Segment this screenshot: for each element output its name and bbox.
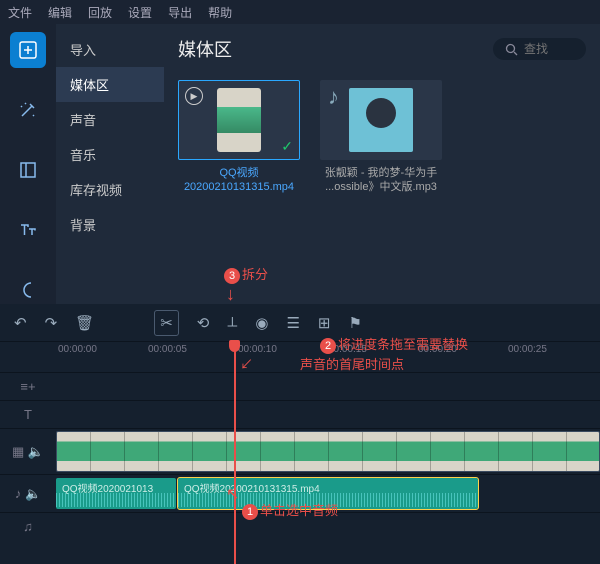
- panel-title: 媒体区: [178, 36, 232, 62]
- audio-track[interactable]: QQ视频2020021013 QQ视频20200210131315.mp4: [56, 475, 600, 512]
- menu-edit[interactable]: 编辑: [48, 4, 72, 21]
- video-clip[interactable]: [56, 431, 600, 472]
- ruler-mark: 00:00:15: [328, 344, 367, 355]
- media-item-video[interactable]: ▶ ✓ QQ视频20200210131315.mp4: [178, 80, 300, 195]
- sidebar-item-music[interactable]: 音乐: [56, 137, 164, 172]
- play-icon: ▶: [185, 87, 203, 105]
- search-icon: [505, 43, 518, 56]
- timeline-toolbar: ↶ ↷ 🗑 ✂ ⟲ ⟂ ◉ ☰ ⊞ ⚑: [0, 304, 600, 342]
- split-scissors-icon[interactable]: ✂: [154, 310, 179, 336]
- playhead[interactable]: [234, 346, 236, 564]
- menu-file[interactable]: 文件: [8, 4, 32, 21]
- flag-icon[interactable]: ⚑: [349, 314, 362, 332]
- sidebar-item-sound[interactable]: 声音: [56, 102, 164, 137]
- track-head-audio[interactable]: ♪ 🔈: [0, 486, 56, 502]
- check-icon: ✓: [281, 138, 293, 155]
- sidebar-item-import[interactable]: 导入: [56, 32, 164, 67]
- rail-text-icon[interactable]: [10, 212, 46, 248]
- media-thumb[interactable]: ♪: [320, 80, 442, 160]
- undo-icon[interactable]: ↶: [14, 314, 27, 332]
- rail-moon-icon[interactable]: [10, 272, 46, 308]
- timeline-ruler[interactable]: 00:00:00 00:00:05 00:00:10 00:00:15 00:0…: [0, 342, 600, 372]
- menu-export[interactable]: 导出: [168, 4, 192, 21]
- sidebar-item-stock[interactable]: 库存视频: [56, 172, 164, 207]
- wizard-icon[interactable]: ⊞: [318, 314, 331, 332]
- menubar: 文件 编辑 回放 设置 导出 帮助: [0, 0, 600, 24]
- video-track[interactable]: [56, 429, 600, 474]
- track-head-effect[interactable]: ♫: [0, 519, 56, 534]
- audio-clip[interactable]: QQ视频2020021013: [56, 478, 176, 509]
- media-item-audio[interactable]: ♪ 张靓颖 - 我的梦-华为手...ossible》中文版.mp3: [320, 80, 442, 195]
- rotate-icon[interactable]: ⟲: [197, 314, 210, 332]
- track-head-video[interactable]: ▦ 🔈: [0, 444, 56, 460]
- search-box[interactable]: [493, 38, 586, 60]
- sidebar-item-bg[interactable]: 背景: [56, 207, 164, 242]
- crop-icon[interactable]: ⟂: [227, 314, 237, 331]
- adjust-icon[interactable]: ☰: [286, 314, 299, 332]
- media-thumb[interactable]: ▶ ✓: [178, 80, 300, 160]
- audio-clip-selected[interactable]: QQ视频20200210131315.mp4: [178, 478, 478, 509]
- delete-icon[interactable]: 🗑: [75, 314, 94, 332]
- menu-playback[interactable]: 回放: [88, 4, 112, 21]
- music-note-icon: ♪: [328, 84, 339, 110]
- media-label: 张靓颖 - 我的梦-华为手...ossible》中文版.mp3: [320, 166, 442, 195]
- rail-add-icon[interactable]: [10, 32, 46, 68]
- ruler-mark: 00:00:20: [418, 344, 457, 355]
- rail-frame-icon[interactable]: [10, 152, 46, 188]
- menu-settings[interactable]: 设置: [128, 4, 152, 21]
- timeline: ↶ ↷ 🗑 ✂ ⟲ ⟂ ◉ ☰ ⊞ ⚑ 00:00:00 00:00:05 00…: [0, 304, 600, 564]
- media-label: QQ视频20200210131315.mp4: [178, 166, 300, 195]
- ruler-mark: 00:00:05: [148, 344, 187, 355]
- track-head-text[interactable]: T: [0, 407, 56, 422]
- redo-icon[interactable]: ↷: [45, 314, 58, 332]
- record-icon[interactable]: ◉: [255, 314, 268, 332]
- ruler-mark: 00:00:00: [58, 344, 97, 355]
- menu-help[interactable]: 帮助: [208, 4, 232, 21]
- ruler-mark: 00:00:25: [508, 344, 547, 355]
- rail-wand-icon[interactable]: [10, 92, 46, 128]
- track-head-add[interactable]: ≡+: [0, 379, 56, 394]
- search-input[interactable]: [524, 42, 574, 56]
- sidebar-item-media[interactable]: 媒体区: [56, 67, 164, 102]
- ruler-mark: 00:00:10: [238, 344, 277, 355]
